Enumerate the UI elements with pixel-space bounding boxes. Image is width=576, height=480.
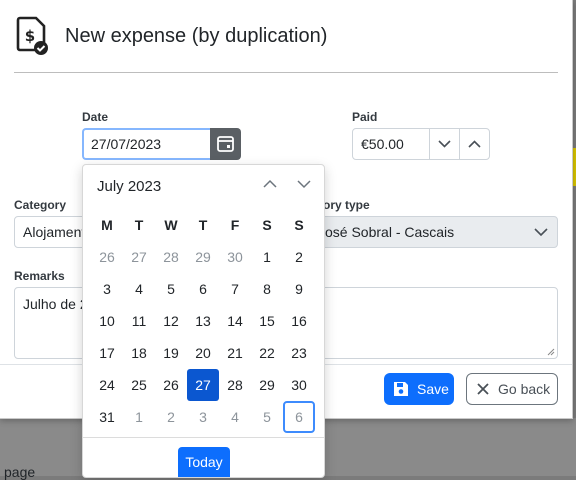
paid-input[interactable]: €50.00 [352, 128, 430, 160]
calendar-day[interactable]: 30 [283, 369, 315, 401]
calendar-day[interactable]: 26 [91, 241, 123, 273]
calendar-day[interactable]: 28 [219, 369, 251, 401]
calendar-day[interactable]: 5 [155, 273, 187, 305]
calendar-day[interactable]: 19 [155, 337, 187, 369]
weekday-label: W [164, 217, 178, 233]
calendar-day[interactable]: 29 [187, 241, 219, 273]
weekday-header-row: MTWTFSS [91, 209, 315, 241]
calendar-day[interactable]: 23 [283, 337, 315, 369]
chevron-down-icon [438, 140, 451, 148]
next-month-icon[interactable] [297, 179, 311, 189]
calendar-day[interactable]: 2 [283, 241, 315, 273]
calendar-day[interactable]: 1 [123, 401, 155, 433]
weekday-label: S [262, 217, 272, 233]
calendar-day[interactable]: 28 [155, 241, 187, 273]
chevron-down-icon [534, 228, 548, 237]
chevron-up-icon [468, 140, 481, 148]
previous-month-icon[interactable] [263, 179, 277, 189]
calendar-day[interactable]: 6 [283, 401, 315, 433]
calendar-day[interactable]: 5 [251, 401, 283, 433]
date-picker-grid: M T W T F S S 26 27 28 29 30 1 2 3 4 5 6 7 8 9 10 11 12 13 14 15 16… [91, 209, 315, 433]
calendar-day[interactable]: 22 [251, 337, 283, 369]
subcategory-select[interactable]: osé Sobral - Cascais [316, 216, 558, 248]
date-picker-month: July 2023 [97, 178, 162, 195]
date-picker-popup: July 2023 M T W T F S S 26 27 28 29 30 1 2 3 4 5 6 7 8 9 10 11… [82, 164, 325, 478]
calendar-icon [217, 136, 234, 152]
calendar-day[interactable]: 14 [219, 305, 251, 337]
subcategory-label: ory type [323, 198, 370, 212]
calendar-day[interactable]: 2 [155, 401, 187, 433]
date-input[interactable]: 27/07/2023 [82, 128, 210, 160]
close-icon [477, 383, 489, 395]
floppy-disk-icon [394, 382, 408, 396]
modal-title: New expense (by duplication) [65, 25, 328, 47]
calendar-day[interactable]: 25 [123, 369, 155, 401]
calendar-day[interactable]: 7 [219, 273, 251, 305]
calendar-day[interactable]: 6 [187, 273, 219, 305]
calendar-day[interactable]: 13 [187, 305, 219, 337]
calendar-day[interactable]: 8 [251, 273, 283, 305]
remarks-label: Remarks [14, 269, 65, 283]
save-button-label: Save [417, 381, 449, 397]
calendar-day[interactable]: 3 [91, 273, 123, 305]
calendar-day[interactable]: 17 [91, 337, 123, 369]
background-footnote: page [4, 464, 36, 480]
calendar-day[interactable]: 15 [251, 305, 283, 337]
go-back-button[interactable]: Go back [466, 373, 558, 405]
today-button[interactable]: Today [178, 447, 230, 477]
calendar-day[interactable]: 30 [219, 241, 251, 273]
paid-label: Paid [352, 110, 378, 124]
calendar-day[interactable]: 27 [123, 241, 155, 273]
calendar-week-row: 17 18 19 20 21 22 23 [91, 337, 315, 369]
expense-document-icon: $ [16, 16, 48, 55]
weekday-label: T [134, 217, 144, 233]
calendar-day[interactable]: 11 [123, 305, 155, 337]
calendar-day[interactable]: 31 [91, 401, 123, 433]
calendar-day[interactable]: 26 [155, 369, 187, 401]
calendar-day[interactable]: 29 [251, 369, 283, 401]
remarks-text: Julho de 2 [23, 296, 88, 312]
calendar-day[interactable]: 24 [91, 369, 123, 401]
paid-decrement-button[interactable] [429, 128, 460, 160]
calendar-day[interactable]: 9 [283, 273, 315, 305]
paid-increment-button[interactable] [459, 128, 490, 160]
save-button[interactable]: Save [384, 373, 454, 405]
calendar-week-row: 31 1 2 3 4 5 6 [91, 401, 315, 433]
calendar-day[interactable]: 16 [283, 305, 315, 337]
svg-text:$: $ [25, 27, 35, 45]
resize-handle-icon[interactable] [547, 348, 555, 356]
calendar-day[interactable]: 21 [219, 337, 251, 369]
weekday-label: T [198, 217, 208, 233]
calendar-day[interactable]: 20 [187, 337, 219, 369]
calendar-week-row: 10 11 12 13 14 15 16 [91, 305, 315, 337]
calendar-week-row: 26 27 28 29 30 1 2 [91, 241, 315, 273]
calendar-toggle-button[interactable] [210, 128, 241, 160]
calendar-week-row: 24 25 26 27 28 29 30 [91, 369, 315, 401]
calendar-day[interactable]: 4 [123, 273, 155, 305]
calendar-day[interactable]: 3 [187, 401, 219, 433]
calendar-day[interactable]: 10 [91, 305, 123, 337]
date-label: Date [82, 110, 109, 124]
calendar-day[interactable]: 4 [219, 401, 251, 433]
date-picker-divider [83, 437, 324, 438]
calendar-day[interactable]: 1 [251, 241, 283, 273]
weekday-label: F [230, 217, 240, 233]
calendar-day[interactable]: 12 [155, 305, 187, 337]
weekday-label: S [294, 217, 304, 233]
weekday-label: M [101, 217, 113, 233]
go-back-button-label: Go back [498, 381, 551, 397]
category-label: Category [14, 198, 67, 212]
calendar-day[interactable]: 18 [123, 337, 155, 369]
modal-header: $ New expense (by duplication) [14, 12, 558, 73]
calendar-week-row: 3456789 [91, 273, 315, 305]
calendar-day-selected[interactable]: 27 [187, 369, 219, 401]
